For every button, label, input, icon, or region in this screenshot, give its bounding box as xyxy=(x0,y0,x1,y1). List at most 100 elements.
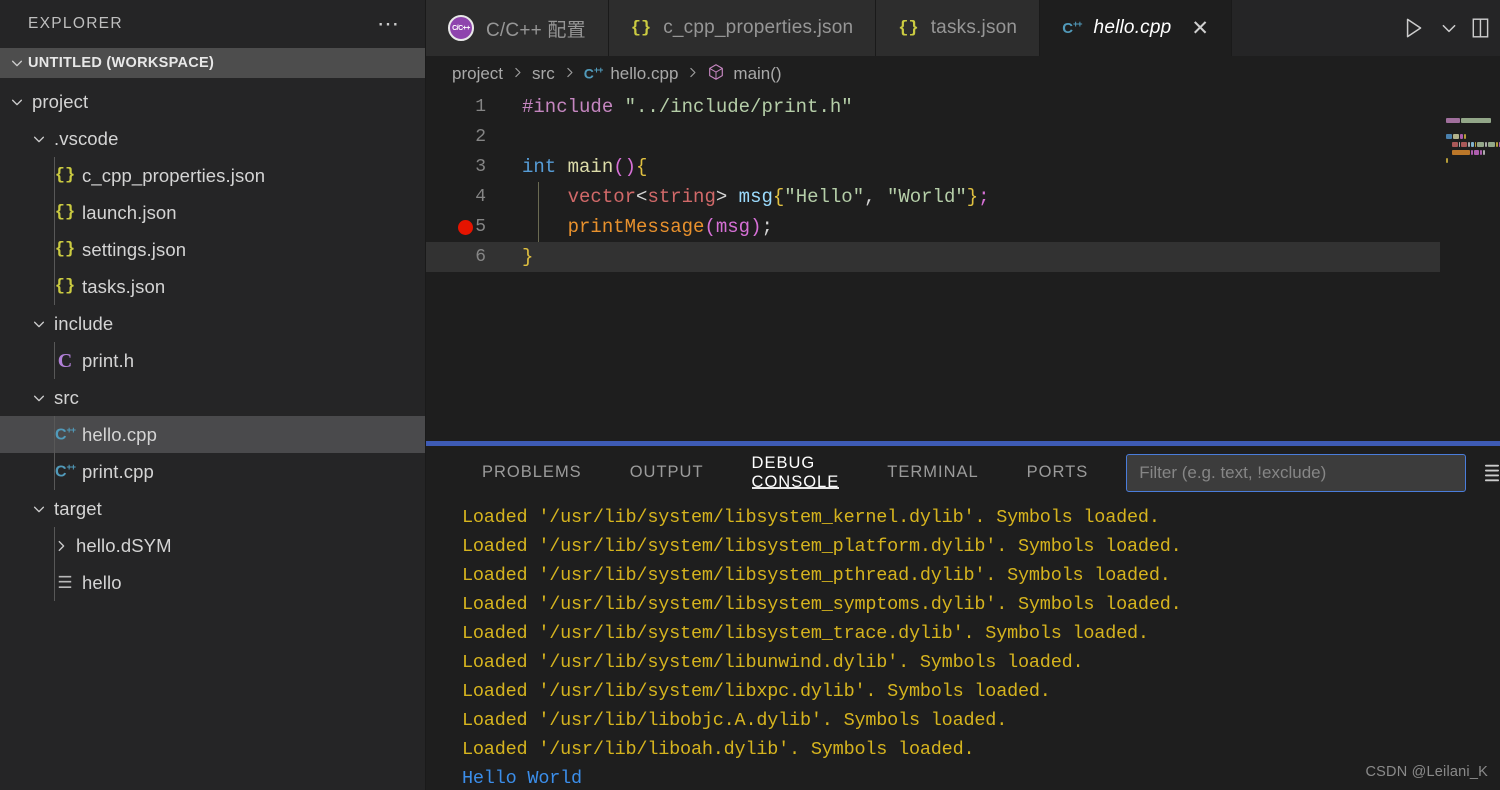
editor-tab-c-c-[interactable]: C/C++ C/C++ 配置 xyxy=(426,0,609,56)
minimap[interactable] xyxy=(1440,92,1500,441)
tree-item-c_cpp_properties.json[interactable]: {} c_cpp_properties.json xyxy=(0,157,425,194)
tree-indent-guide xyxy=(54,527,55,564)
bottom-panel: PROBLEMS OUTPUT DEBUG CONSOLE TERMINAL PORTS… xyxy=(426,446,1500,790)
console-line: Loaded '/usr/lib/system/libsystem_sympto… xyxy=(462,594,1182,615)
vscode-window: EXPLORER ⋯ UNTITLED (WORKSPACE) project.… xyxy=(0,0,1500,790)
code-line: 1 #include "../include/print.h" xyxy=(426,92,1500,122)
indent-guide xyxy=(538,212,539,242)
breadcrumb-item-main-[interactable]: main() xyxy=(707,63,782,86)
panel-tab-label: PORTS xyxy=(1026,463,1089,481)
tree-item-print.cpp[interactable]: C++ print.cpp xyxy=(0,453,425,490)
breadcrumb-label: main() xyxy=(733,64,782,83)
panel-tab-ports[interactable]: PORTS xyxy=(1003,446,1113,499)
breadcrumb-item-hello-cpp[interactable]: C++ hello.cpp xyxy=(584,64,679,84)
code-text: } xyxy=(522,246,534,268)
code-line: 3 int main(){ xyxy=(426,152,1500,182)
editor-tab-label: tasks.json xyxy=(930,17,1018,38)
panel-more-icon[interactable] xyxy=(1466,462,1500,484)
chevron-down-icon[interactable] xyxy=(1440,19,1458,37)
code-editor[interactable]: 1 #include "../include/print.h" 2 3 int main… xyxy=(426,92,1500,441)
tree-item-src[interactable]: src xyxy=(0,379,425,416)
panel-tab-terminal[interactable]: TERMINAL xyxy=(863,446,1002,499)
tree-item-label: c_cpp_properties.json xyxy=(82,164,266,186)
tree-item-label: hello.cpp xyxy=(82,423,157,445)
more-horizontal-icon[interactable]: ⋯ xyxy=(377,13,401,35)
chevron-down-icon xyxy=(28,132,50,146)
chevron-down-icon xyxy=(28,502,50,516)
editor-tab-c-cpp-properties-json[interactable]: {} c_cpp_properties.json xyxy=(608,0,877,56)
editor-tab-hello-cpp[interactable]: C++ hello.cpp ✕ xyxy=(1040,0,1233,56)
breadcrumb-item-src[interactable]: src xyxy=(532,64,555,84)
minimap-token xyxy=(1480,150,1482,155)
tree-item-label: hello xyxy=(82,571,122,593)
tree-item-label: hello.dSYM xyxy=(76,534,172,556)
explorer-title: EXPLORER xyxy=(28,15,123,32)
line-number: 2 xyxy=(475,127,486,147)
editor-tab-label: c_cpp_properties.json xyxy=(663,17,854,38)
tree-item-hello.dSYM[interactable]: hello.dSYM xyxy=(0,527,425,564)
filter-box[interactable] xyxy=(1126,453,1467,492)
panel-tab-label: TERMINAL xyxy=(887,463,979,481)
close-icon[interactable]: ✕ xyxy=(1191,18,1209,39)
panel-tab-debug-console[interactable]: DEBUG CONSOLE xyxy=(728,446,864,499)
breadcrumb-separator xyxy=(686,66,699,82)
minimap-token xyxy=(1488,142,1496,147)
minimap-token xyxy=(1446,118,1460,123)
minimap-token xyxy=(1464,134,1466,139)
chevron-down-icon xyxy=(6,56,28,70)
console-line: Loaded '/usr/lib/system/libxpc.dylib'. S… xyxy=(462,681,1051,702)
split-editor-icon[interactable] xyxy=(1472,17,1490,39)
run-button[interactable] xyxy=(1400,15,1426,41)
code-text: vector<string> msg{"Hello", "World"}; xyxy=(567,186,990,208)
minimap-token xyxy=(1483,150,1485,155)
tabbar-spacer xyxy=(1232,0,1382,56)
tree-indent-guide xyxy=(54,416,55,453)
tree-item-hello[interactable]: ☰ hello xyxy=(0,564,425,601)
minimap-token xyxy=(1471,150,1473,155)
minimap-line xyxy=(1440,126,1500,133)
tree-item-label: settings.json xyxy=(82,238,187,260)
editor-toolbar xyxy=(1382,0,1500,56)
console-line: Loaded '/usr/lib/liboah.dylib'. Symbols … xyxy=(462,739,975,760)
minimap-token xyxy=(1477,142,1485,147)
minimap-line xyxy=(1440,134,1500,141)
debug-console-output[interactable]: Loaded '/usr/lib/system/libsystem_kernel… xyxy=(426,499,1500,790)
panel-tab-label: OUTPUT xyxy=(629,463,704,481)
console-line: Loaded '/usr/lib/system/libsystem_kernel… xyxy=(462,507,1160,528)
tree-item-settings.json[interactable]: {} settings.json xyxy=(0,231,425,268)
minimap-token xyxy=(1452,142,1458,147)
panel-tab-problems[interactable]: PROBLEMS xyxy=(458,446,606,499)
minimap-token xyxy=(1446,158,1448,163)
breadcrumb-item-project[interactable]: project xyxy=(452,64,503,84)
chevron-down-icon xyxy=(6,95,28,109)
breakpoint-dot[interactable] xyxy=(458,219,473,235)
minimap-token xyxy=(1461,118,1491,123)
panel-tab-output[interactable]: OUTPUT xyxy=(606,446,728,499)
tree-item-label: print.h xyxy=(82,349,135,371)
json-icon: {} xyxy=(898,18,919,38)
code-line: 6} xyxy=(426,242,1500,272)
tree-item-.vscode[interactable]: .vscode xyxy=(0,120,425,157)
minimap-token xyxy=(1496,142,1498,147)
tree-item-print.h[interactable]: Cprint.h xyxy=(0,342,425,379)
breadcrumb: project src C++ hello.cpp main() xyxy=(426,56,1500,92)
line-number: 6 xyxy=(475,247,486,267)
tree-item-tasks.json[interactable]: {} tasks.json xyxy=(0,268,425,305)
file-tree: project .vscode {} c_cpp_properties.json{} l… xyxy=(0,78,425,790)
workspace-root-row[interactable]: UNTITLED (WORKSPACE) xyxy=(0,48,425,78)
filter-input[interactable] xyxy=(1139,462,1454,483)
tree-item-hello.cpp[interactable]: C++ hello.cpp xyxy=(0,416,425,453)
tree-item-include[interactable]: include xyxy=(0,305,425,342)
editor-tab-tasks-json[interactable]: {} tasks.json xyxy=(876,0,1041,56)
tree-indent-guide xyxy=(54,231,55,268)
minimap-token xyxy=(1452,150,1470,155)
console-line: Loaded '/usr/lib/system/libsystem_trace.… xyxy=(462,623,1149,644)
breadcrumb-separator xyxy=(563,66,576,82)
minimap-token xyxy=(1461,142,1467,147)
tree-item-label: launch.json xyxy=(82,201,177,223)
tree-item-target[interactable]: target xyxy=(0,490,425,527)
tree-item-launch.json[interactable]: {} launch.json xyxy=(0,194,425,231)
tree-indent-guide xyxy=(54,157,55,194)
tree-item-project[interactable]: project xyxy=(0,83,425,120)
explorer-header: EXPLORER ⋯ xyxy=(0,0,425,48)
